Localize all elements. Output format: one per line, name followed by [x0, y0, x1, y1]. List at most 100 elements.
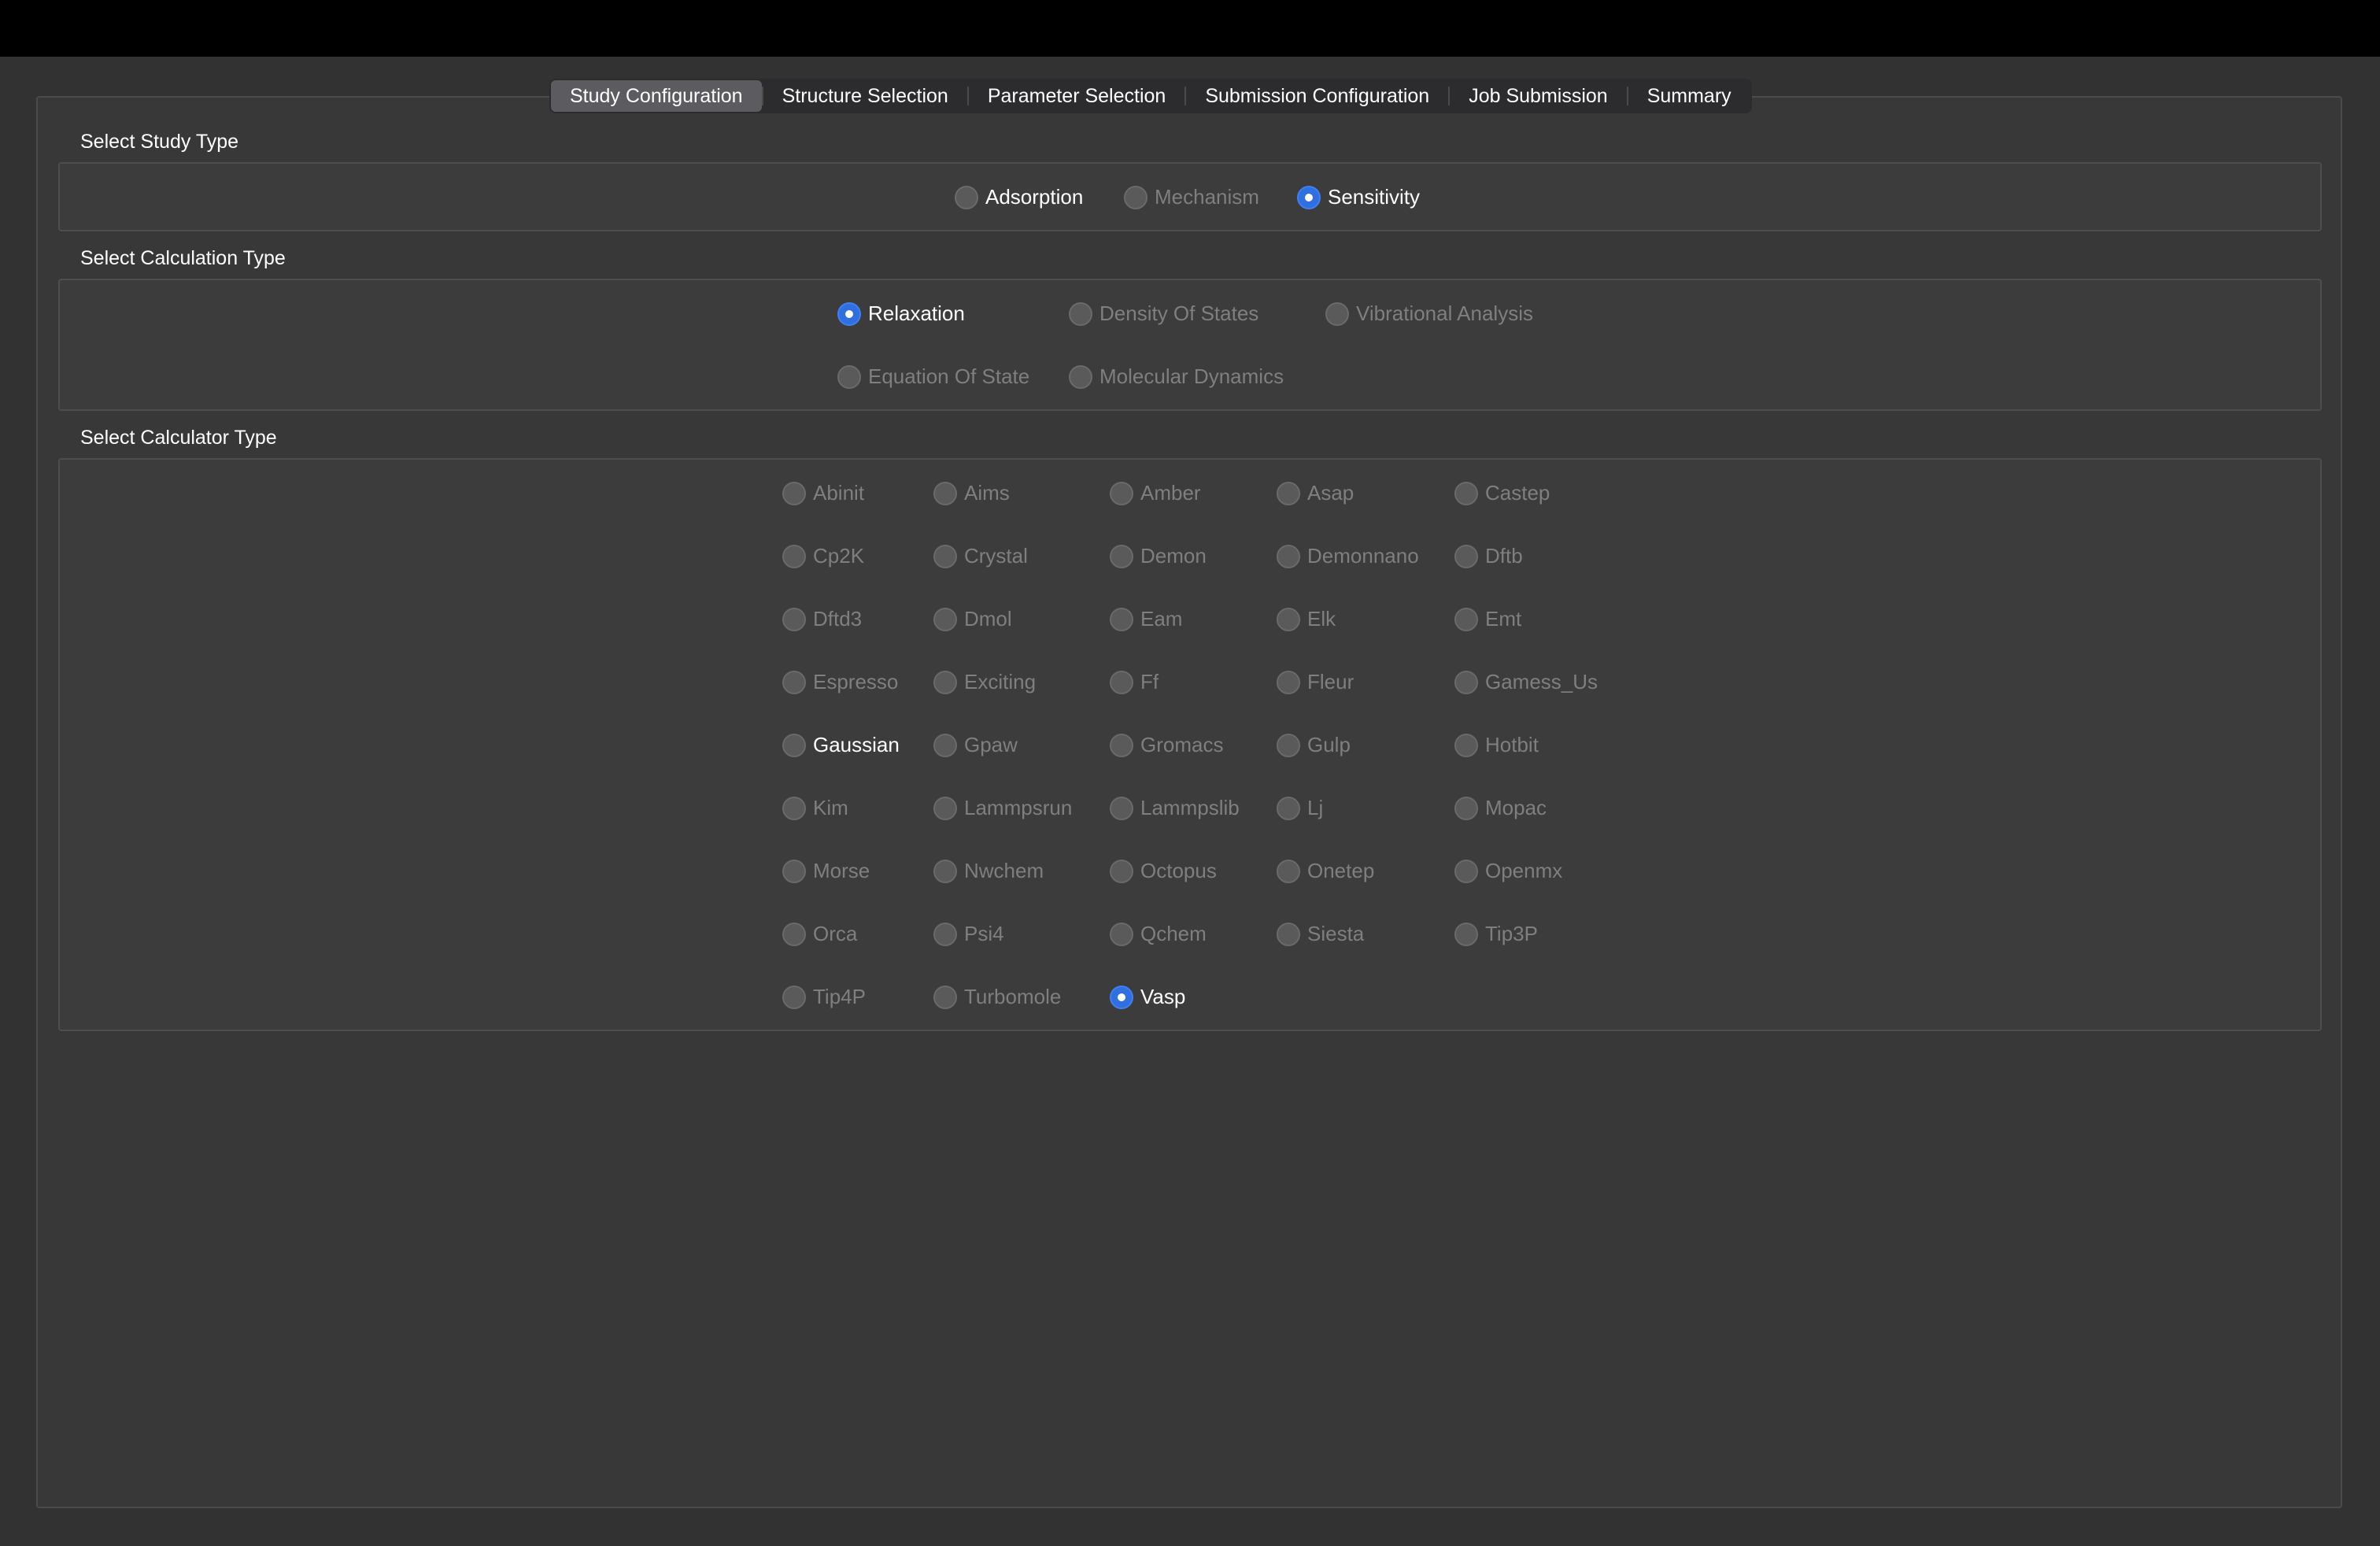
- calculator-radio-lammpsrun[interactable]: Lammpsrun: [933, 796, 1072, 820]
- radio-indicator: [1110, 859, 1133, 883]
- radio-label: Gulp: [1307, 733, 1351, 756]
- radio-label: Lammpslib: [1140, 796, 1240, 819]
- calculator-radio-tip3p[interactable]: Tip3P: [1454, 922, 1538, 946]
- tab-submission-configuration[interactable]: Submission Configuration: [1186, 80, 1448, 112]
- radio-indicator: [933, 859, 957, 883]
- radio-label: Gpaw: [964, 733, 1018, 756]
- radio-label: Kim: [813, 796, 848, 819]
- radio-indicator: [1277, 733, 1300, 757]
- radio-indicator: [837, 301, 861, 326]
- calculator-radio-eam[interactable]: Eam: [1110, 607, 1182, 631]
- calculator-radio-psi4[interactable]: Psi4: [933, 922, 1004, 946]
- radio-label: Castep: [1485, 481, 1550, 505]
- radio-label: Hotbit: [1485, 733, 1539, 756]
- radio-label: Emt: [1485, 607, 1522, 631]
- calculator-radio-gromacs[interactable]: Gromacs: [1110, 733, 1223, 757]
- calculator-radio-gaussian[interactable]: Gaussian: [782, 733, 900, 757]
- calculator-radio-castep[interactable]: Castep: [1454, 481, 1550, 505]
- calculator-radio-ff[interactable]: Ff: [1110, 670, 1159, 694]
- radio-indicator: [782, 481, 806, 505]
- calculation-type-radio-equation-of-state[interactable]: Equation Of State: [837, 364, 1029, 389]
- radio-label: Tip3P: [1485, 922, 1538, 945]
- calculator-radio-dmol[interactable]: Dmol: [933, 607, 1012, 631]
- calculator-radio-cp2k[interactable]: Cp2K: [782, 544, 864, 568]
- tab-parameter-selection[interactable]: Parameter Selection: [969, 80, 1185, 112]
- radio-indicator: [933, 544, 957, 568]
- calculator-radio-asap[interactable]: Asap: [1277, 481, 1354, 505]
- calculator-radio-tip4p[interactable]: Tip4P: [782, 985, 866, 1009]
- radio-label: Vibrational Analysis: [1356, 301, 1533, 325]
- calculator-radio-orca[interactable]: Orca: [782, 922, 857, 946]
- calculation-type-radio-density-of-states[interactable]: Density Of States: [1069, 301, 1258, 326]
- radio-indicator: [1454, 922, 1478, 946]
- radio-label: Orca: [813, 922, 858, 945]
- study-type-radio-mechanism[interactable]: Mechanism: [1124, 185, 1259, 209]
- calculator-radio-siesta[interactable]: Siesta: [1277, 922, 1364, 946]
- tab-summary[interactable]: Summary: [1628, 80, 1750, 112]
- radio-label: Dftb: [1485, 544, 1523, 568]
- calculator-radio-openmx[interactable]: Openmx: [1454, 859, 1562, 883]
- calculator-radio-nwchem[interactable]: Nwchem: [933, 859, 1044, 883]
- radio-indicator: [837, 364, 861, 389]
- calculator-radio-demon[interactable]: Demon: [1110, 544, 1207, 568]
- radio-label: Lammpsrun: [964, 796, 1073, 819]
- radio-indicator: [1277, 607, 1300, 631]
- radio-indicator: [782, 670, 806, 694]
- calculator-radio-fleur[interactable]: Fleur: [1277, 670, 1354, 694]
- tab-structure-selection[interactable]: Structure Selection: [763, 80, 967, 112]
- radio-indicator: [1069, 364, 1092, 389]
- radio-indicator: [1277, 481, 1300, 505]
- radio-label: Equation Of State: [868, 364, 1030, 388]
- calculator-radio-onetep[interactable]: Onetep: [1277, 859, 1374, 883]
- radio-label: Elk: [1307, 607, 1336, 631]
- calculator-radio-abinit[interactable]: Abinit: [782, 481, 864, 505]
- calculator-radio-qchem[interactable]: Qchem: [1110, 922, 1207, 946]
- calculation-type-radio-relaxation[interactable]: Relaxation: [837, 301, 965, 326]
- calculator-radio-elk[interactable]: Elk: [1277, 607, 1336, 631]
- calculator-radio-morse[interactable]: Morse: [782, 859, 870, 883]
- radio-indicator: [933, 733, 957, 757]
- calculator-radio-emt[interactable]: Emt: [1454, 607, 1521, 631]
- calculator-radio-hotbit[interactable]: Hotbit: [1454, 733, 1539, 757]
- calculator-radio-lj[interactable]: Lj: [1277, 796, 1323, 820]
- radio-indicator: [1454, 481, 1478, 505]
- tab-job-submission[interactable]: Job Submission: [1450, 80, 1626, 112]
- radio-indicator: [1454, 859, 1478, 883]
- calculator-radio-gamess-us[interactable]: Gamess_Us: [1454, 670, 1598, 694]
- tab-study-configuration[interactable]: Study Configuration: [551, 80, 762, 112]
- calculator-radio-mopac[interactable]: Mopac: [1454, 796, 1547, 820]
- radio-indicator: [1325, 301, 1349, 326]
- radio-indicator: [1069, 301, 1092, 326]
- radio-label: Exciting: [964, 670, 1037, 693]
- calculator-radio-lammpslib[interactable]: Lammpslib: [1110, 796, 1240, 820]
- window-titlebar: [0, 0, 2380, 57]
- calculator-radio-demonnano[interactable]: Demonnano: [1277, 544, 1419, 568]
- calculator-radio-vasp[interactable]: Vasp: [1110, 985, 1185, 1009]
- tab-bar: Study Configuration Structure Selection …: [549, 79, 1752, 113]
- radio-indicator: [1110, 607, 1133, 631]
- calculation-type-radio-molecular-dynamics[interactable]: Molecular Dynamics: [1069, 364, 1284, 389]
- calculator-radio-turbomole[interactable]: Turbomole: [933, 985, 1061, 1009]
- calculator-radio-kim[interactable]: Kim: [782, 796, 848, 820]
- radio-indicator: [933, 670, 957, 694]
- calculation-type-title: Select Calculation Type: [80, 247, 286, 269]
- calculator-radio-octopus[interactable]: Octopus: [1110, 859, 1217, 883]
- radio-indicator: [1124, 185, 1148, 209]
- study-type-radio-adsorption[interactable]: Adsorption: [955, 185, 1083, 209]
- calculator-radio-dftb[interactable]: Dftb: [1454, 544, 1523, 568]
- calculator-radio-crystal[interactable]: Crystal: [933, 544, 1028, 568]
- radio-label: Psi4: [964, 922, 1004, 945]
- calculator-radio-exciting[interactable]: Exciting: [933, 670, 1036, 694]
- calculator-radio-aims[interactable]: Aims: [933, 481, 1010, 505]
- calculation-type-radio-vibrational-analysis[interactable]: Vibrational Analysis: [1325, 301, 1533, 326]
- calculator-radio-dftd3[interactable]: Dftd3: [782, 607, 862, 631]
- radio-indicator: [782, 544, 806, 568]
- radio-label: Fleur: [1307, 670, 1354, 693]
- calculator-radio-espresso[interactable]: Espresso: [782, 670, 898, 694]
- calculator-radio-amber[interactable]: Amber: [1110, 481, 1201, 505]
- radio-label: Adsorption: [985, 185, 1084, 209]
- calculator-radio-gulp[interactable]: Gulp: [1277, 733, 1351, 757]
- calculator-radio-gpaw[interactable]: Gpaw: [933, 733, 1018, 757]
- study-type-radio-sensitivity[interactable]: Sensitivity: [1297, 185, 1420, 209]
- radio-label: Demonnano: [1307, 544, 1419, 568]
